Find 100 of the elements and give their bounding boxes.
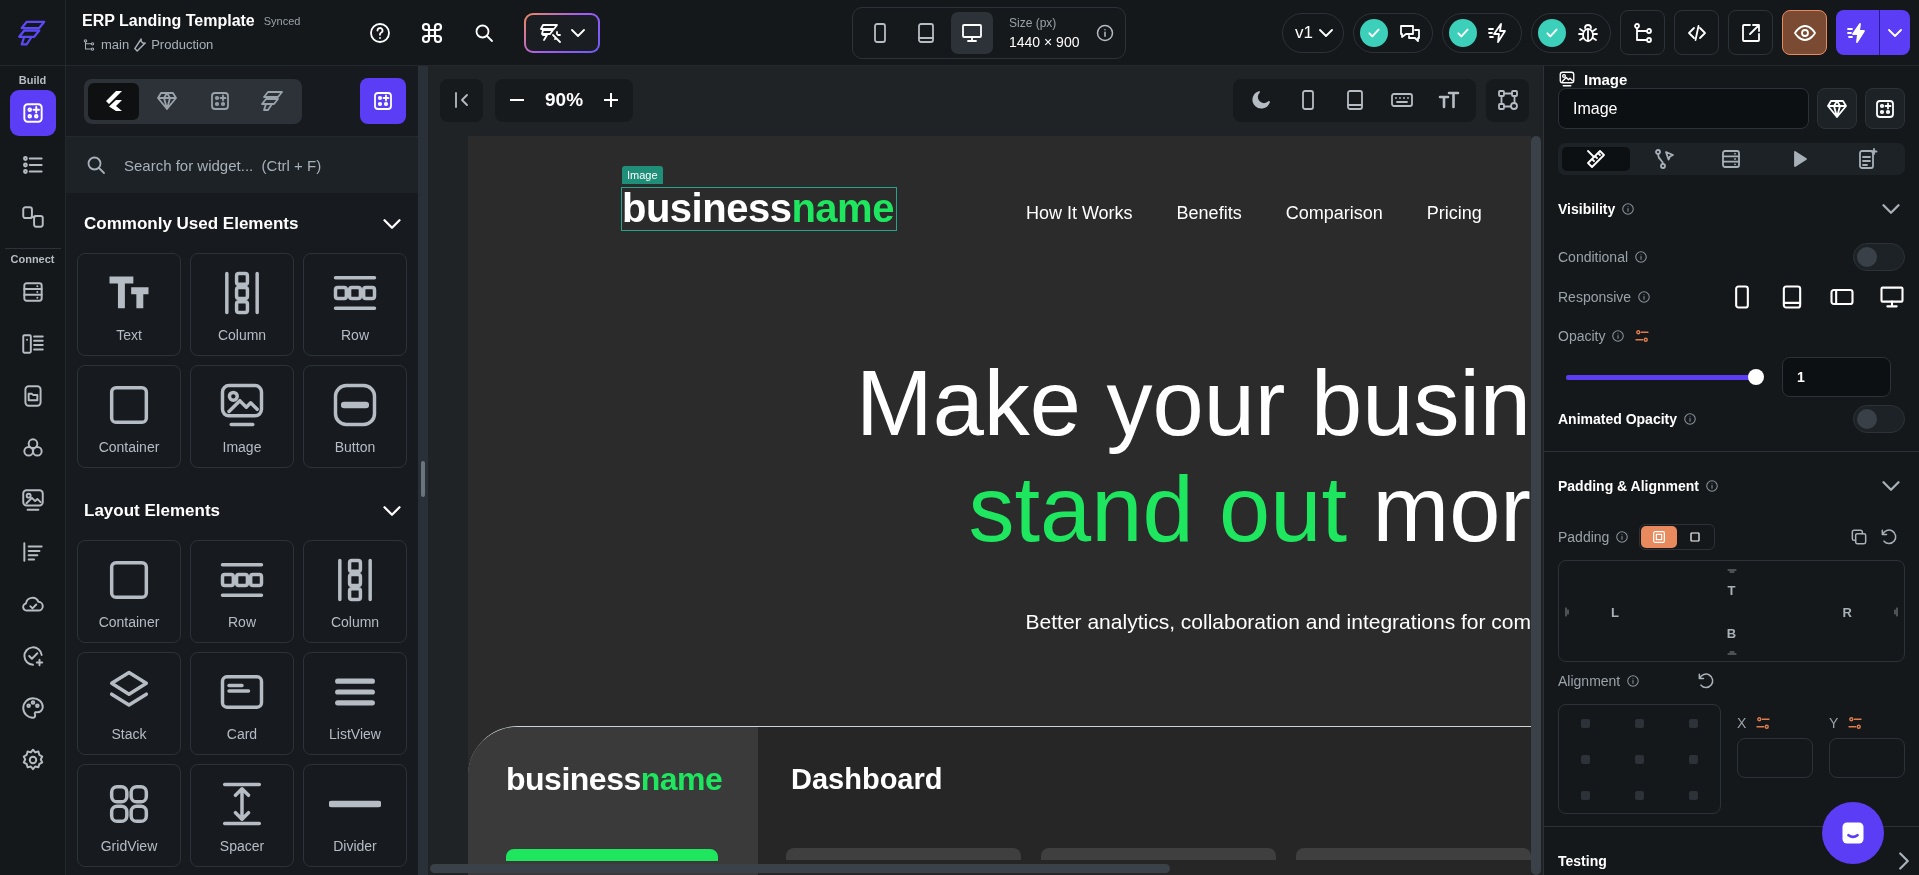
chevron-down-icon — [571, 28, 585, 37]
section-title: Testing — [1558, 853, 1607, 869]
animated-opacity-toggle[interactable] — [1853, 405, 1905, 433]
horizontal-scrollbar[interactable] — [430, 864, 1170, 873]
info-icon — [1621, 202, 1636, 216]
widget-name-field[interactable]: Image — [1558, 88, 1809, 129]
chevron-icon — [1899, 852, 1909, 870]
table-icon — [19, 331, 46, 357]
animated-opacity-label: Animated Opacity — [1558, 411, 1678, 427]
device-button[interactable] — [951, 11, 993, 54]
logo-image: businessname — [622, 188, 896, 230]
minus-icon — [509, 99, 525, 101]
widget-source-tab[interactable] — [88, 82, 139, 120]
responsive-label: Responsive — [1558, 289, 1632, 305]
image-icon — [1558, 70, 1576, 88]
copy-button[interactable] — [1849, 527, 1869, 547]
add-widget-button[interactable] — [360, 78, 406, 124]
widget-tile[interactable]: Card — [190, 652, 294, 755]
info-icon — [1634, 250, 1649, 264]
code-button[interactable] — [1674, 10, 1719, 55]
widget-tile[interactable]: Column — [190, 253, 294, 356]
layout-settings-button[interactable] — [1486, 78, 1529, 122]
environment-name[interactable]: Production — [151, 37, 214, 52]
widget-tile[interactable]: Button — [303, 365, 407, 468]
alignment-label: Alignment — [1558, 673, 1621, 689]
widget-tile[interactable]: Text — [77, 253, 181, 356]
headline-line: stand out mor — [968, 457, 1531, 562]
widget-search-bar[interactable]: Search for widget... (Ctrl + F) — [66, 137, 418, 193]
chevron-icon — [383, 506, 401, 516]
sliders-icon — [1633, 327, 1652, 345]
size-value: 1440 × 900 — [1009, 33, 1080, 50]
widget-type-label: Image — [1584, 70, 1628, 88]
y-label: Y — [1829, 715, 1839, 731]
section-title: Visibility — [1558, 201, 1616, 217]
dashboard-title: Dashboard — [791, 763, 944, 796]
chevron-down-icon — [1319, 28, 1333, 37]
padding-bottom-label[interactable]: B — [1726, 626, 1737, 641]
branch-icon — [82, 37, 96, 52]
chevron-icon — [383, 219, 401, 229]
nav-link[interactable]: How It Works — [1025, 203, 1133, 224]
divider-icon — [329, 799, 381, 808]
widget-tile[interactable]: Container — [77, 540, 181, 643]
project-title: ERP Landing Template — [82, 11, 255, 30]
padding-right-label[interactable]: R — [1842, 604, 1852, 620]
selection-tag: Image — [622, 166, 663, 184]
reset-button[interactable] — [1879, 527, 1899, 547]
palette-icon — [19, 695, 46, 721]
widget-tile[interactable]: Spacer — [190, 764, 294, 867]
collapse-panel-button[interactable] — [440, 78, 483, 122]
all-sides-icon — [1651, 529, 1668, 545]
widget-search-field[interactable]: Search for widget... (Ctrl + F) — [122, 155, 406, 175]
padding-mode-button[interactable] — [1641, 526, 1678, 548]
sliders-icon — [1754, 714, 1773, 732]
rail-button[interactable] — [9, 90, 56, 136]
widget-tile[interactable]: Image — [190, 365, 294, 468]
branch-name[interactable]: main — [101, 37, 130, 52]
branch-button[interactable] — [1620, 10, 1665, 55]
widget-add-icon — [371, 89, 395, 113]
padding-top-label[interactable]: T — [1727, 583, 1736, 598]
widget-tile[interactable]: Column — [303, 540, 407, 643]
nav-link[interactable]: Pricing — [1426, 203, 1482, 224]
vertical-scrollbar[interactable] — [1531, 136, 1541, 875]
nav-link[interactable]: Benefits — [1176, 203, 1242, 224]
preview-button[interactable] — [1782, 10, 1827, 55]
info-icon — [1626, 674, 1641, 688]
logo-icon — [260, 89, 285, 113]
opacity-field[interactable]: 1 — [1782, 357, 1891, 397]
resize-handle[interactable] — [421, 461, 425, 497]
add-widget-button[interactable] — [1865, 88, 1905, 129]
widget-tile[interactable]: Row — [190, 540, 294, 643]
library-button[interactable] — [1817, 88, 1857, 129]
widget-tile[interactable]: Container — [77, 365, 181, 468]
widget-tile[interactable]: Row — [303, 253, 407, 356]
nodes-icon — [1495, 88, 1520, 112]
padding-left-label[interactable]: L — [1611, 604, 1619, 620]
diamond-icon — [154, 89, 179, 113]
headline-line: Make your busin — [856, 351, 1531, 456]
conditional-toggle[interactable] — [1853, 243, 1905, 271]
section-title: Commonly Used Elements — [84, 214, 299, 234]
y-field[interactable] — [1829, 738, 1905, 778]
nav-link[interactable]: Comparison — [1285, 203, 1383, 224]
widget-tile[interactable]: ListView — [303, 652, 407, 755]
sync-status: Synced — [263, 14, 301, 27]
undo-icon — [1879, 527, 1899, 547]
image-icon — [19, 487, 46, 513]
slider-thumb[interactable] — [1748, 369, 1764, 385]
widget-tile[interactable]: Divider — [303, 764, 407, 867]
open-external-button[interactable] — [1728, 10, 1773, 55]
property-tab[interactable] — [1562, 147, 1630, 171]
widget-tile[interactable]: Stack — [77, 652, 181, 755]
widget-tile[interactable]: GridView — [77, 764, 181, 867]
command-key-icon — [420, 20, 444, 45]
zoom-level: 90% — [545, 89, 584, 111]
x-field[interactable] — [1737, 738, 1813, 778]
plus-icon — [603, 92, 620, 108]
section-title: Padding & Alignment — [1558, 478, 1700, 494]
rail-section-label: Build — [18, 74, 47, 86]
tools-dropdown-button[interactable] — [524, 12, 600, 53]
chevron-icon — [1882, 481, 1900, 491]
info-icon — [1615, 530, 1630, 544]
